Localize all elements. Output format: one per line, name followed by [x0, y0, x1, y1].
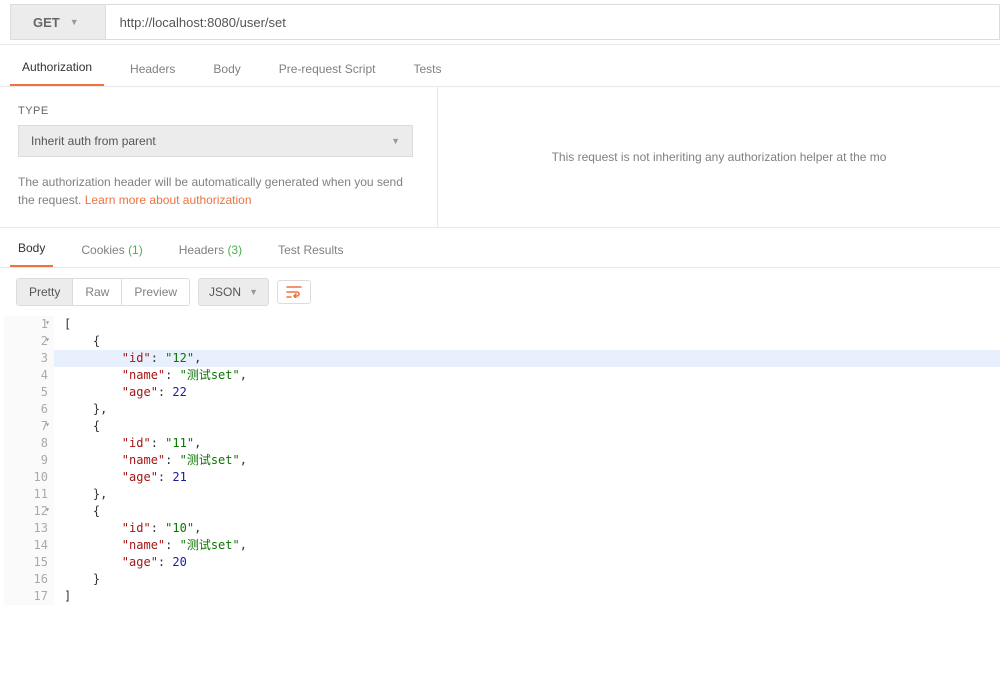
format-select[interactable]: JSON ▼ — [198, 278, 269, 306]
resp-tab-body[interactable]: Body — [10, 229, 53, 267]
line-gutter: 1▾2▾34567▾89101112▾1314151617 — [4, 316, 54, 605]
code-content[interactable]: [ { "id": "12", "name": "测试set", "age": … — [54, 316, 1000, 605]
auth-help-text: The authorization header will be automat… — [18, 173, 413, 209]
code-line[interactable]: "age": 22 — [54, 384, 1000, 401]
resp-tab-test-results[interactable]: Test Results — [270, 231, 351, 267]
tab-headers[interactable]: Headers — [118, 50, 187, 86]
url-input[interactable] — [106, 4, 1000, 40]
format-value: JSON — [209, 285, 241, 299]
tab-prerequest-script[interactable]: Pre-request Script — [267, 50, 388, 86]
auth-type-select[interactable]: Inherit auth from parent ▼ — [18, 125, 413, 157]
line-number: 10 — [4, 469, 48, 486]
response-body-toolbar: Pretty Raw Preview JSON ▼ — [0, 268, 1000, 316]
cookies-count: (1) — [128, 243, 143, 257]
resp-tab-headers[interactable]: Headers (3) — [171, 231, 250, 267]
line-number: 13 — [4, 520, 48, 537]
line-number: 5 — [4, 384, 48, 401]
code-line[interactable]: "name": "测试set", — [54, 537, 1000, 554]
chevron-down-icon: ▼ — [249, 287, 258, 297]
resp-tab-cookies-label: Cookies — [81, 243, 124, 257]
fold-icon[interactable]: ▾ — [45, 317, 50, 328]
code-line[interactable]: ] — [54, 588, 1000, 605]
fold-icon[interactable]: ▾ — [45, 419, 50, 430]
preview-button[interactable]: Preview — [122, 279, 189, 305]
tab-tests[interactable]: Tests — [401, 50, 453, 86]
headers-count: (3) — [227, 243, 242, 257]
code-line[interactable]: "age": 21 — [54, 469, 1000, 486]
response-body-editor[interactable]: 1▾2▾34567▾89101112▾1314151617 [ { "id": … — [0, 316, 1000, 605]
http-method-dropdown[interactable]: GET ▼ — [10, 4, 106, 40]
line-number: 12▾ — [4, 503, 48, 520]
code-line[interactable]: { — [54, 503, 1000, 520]
code-line[interactable]: { — [54, 333, 1000, 350]
line-number: 17 — [4, 588, 48, 605]
auth-type-value: Inherit auth from parent — [31, 134, 156, 148]
auth-inherit-message: This request is not inheriting any autho… — [552, 150, 887, 164]
http-method-value: GET — [33, 15, 60, 30]
learn-more-link[interactable]: Learn more about authorization — [85, 193, 252, 207]
tab-body[interactable]: Body — [201, 50, 252, 86]
fold-icon[interactable]: ▾ — [45, 334, 50, 345]
line-number: 2▾ — [4, 333, 48, 350]
line-number: 11 — [4, 486, 48, 503]
fold-icon[interactable]: ▾ — [45, 504, 50, 515]
code-line[interactable]: "name": "测试set", — [54, 452, 1000, 469]
code-line[interactable]: "id": "10", — [54, 520, 1000, 537]
request-tabs: Authorization Headers Body Pre-request S… — [0, 45, 1000, 87]
view-mode-group: Pretty Raw Preview — [16, 278, 190, 306]
line-number: 4 — [4, 367, 48, 384]
authorization-panel: TYPE Inherit auth from parent ▼ The auth… — [0, 87, 1000, 228]
line-number: 15 — [4, 554, 48, 571]
code-line[interactable]: "age": 20 — [54, 554, 1000, 571]
code-line[interactable]: "name": "测试set", — [54, 367, 1000, 384]
line-number: 3 — [4, 350, 48, 367]
code-line[interactable]: "id": "11", — [54, 435, 1000, 452]
auth-left-pane: TYPE Inherit auth from parent ▼ The auth… — [0, 87, 438, 227]
code-line[interactable]: "id": "12", — [54, 350, 1000, 367]
line-number: 1▾ — [4, 316, 48, 333]
line-number: 14 — [4, 537, 48, 554]
raw-button[interactable]: Raw — [73, 279, 122, 305]
code-line[interactable]: } — [54, 571, 1000, 588]
code-line[interactable]: { — [54, 418, 1000, 435]
resp-tab-cookies[interactable]: Cookies (1) — [73, 231, 150, 267]
line-number: 8 — [4, 435, 48, 452]
wrap-icon — [286, 286, 302, 298]
code-line[interactable]: }, — [54, 486, 1000, 503]
line-number: 7▾ — [4, 418, 48, 435]
auth-type-label: TYPE — [18, 105, 419, 117]
line-number: 6 — [4, 401, 48, 418]
code-line[interactable]: [ — [54, 316, 1000, 333]
chevron-down-icon: ▼ — [70, 17, 79, 27]
line-number: 16 — [4, 571, 48, 588]
response-tabs: Body Cookies (1) Headers (3) Test Result… — [0, 228, 1000, 268]
resp-tab-headers-label: Headers — [179, 243, 224, 257]
chevron-down-icon: ▼ — [391, 136, 400, 146]
pretty-button[interactable]: Pretty — [17, 279, 73, 305]
line-number: 9 — [4, 452, 48, 469]
tab-authorization[interactable]: Authorization — [10, 48, 104, 86]
wrap-lines-button[interactable] — [277, 280, 311, 304]
auth-right-pane: This request is not inheriting any autho… — [438, 87, 1000, 227]
request-bar: GET ▼ — [0, 0, 1000, 45]
code-line[interactable]: }, — [54, 401, 1000, 418]
